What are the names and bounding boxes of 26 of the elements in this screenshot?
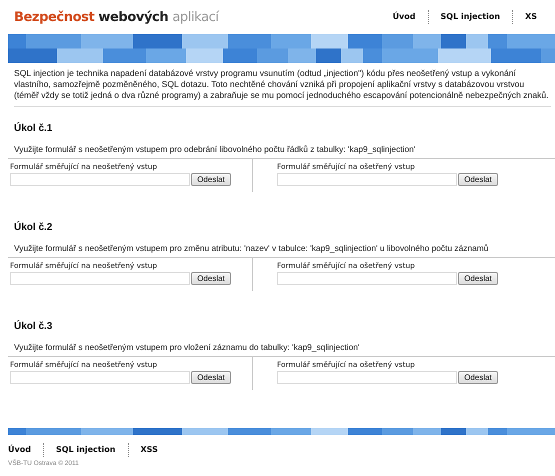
task-description: Využijte formulář s neošetřeným vstupem pro odebrání libovolného počtu řádků z tabulky: 'kap9_sqlinjection'	[14, 144, 416, 154]
site-title: Bezpečnost webových aplikací	[14, 10, 219, 24]
task-heading: Úkol č.1	[14, 123, 54, 134]
task-description: Využijte formulář s neošetřeným vstupem pro změnu atributu: 'nazev' v tabulce: 'kap9_sqlinjection' u libovolného počtu záznamů	[14, 243, 490, 253]
submit-button[interactable]: Odeslat	[458, 173, 498, 186]
input-field[interactable]	[277, 173, 457, 186]
task-heading: Úkol č.2	[14, 222, 54, 233]
footer-nav-link[interactable]: XSS	[128, 443, 170, 457]
input-field[interactable]	[277, 272, 457, 285]
nav-link[interactable]: XS	[512, 10, 549, 24]
input-field[interactable]	[277, 371, 457, 384]
submit-button[interactable]: Odeslat	[191, 272, 231, 285]
footer-nav-link[interactable]: Úvod	[8, 443, 43, 457]
submit-button[interactable]: Odeslat	[458, 371, 498, 384]
intro-paragraph: SQL injection je technika napadení databázové vrstvy programu vsunutím (odtud „injection") kódu přes neošetřený vstup a vykonání vlastního, samozřejmě pozměněného, SQL dotazu. Toto nechtěné chování vzniká při propojení aplikační vrstvy s databázovou vrstvou (téměř vždy se totiž jedná o dva různé programy) a zabraňuje se mu pomocí jednoduchého escapování potencionálně nebezpečných znaků.	[14, 68, 551, 107]
footer-nav-link[interactable]: SQL injection	[42, 443, 128, 457]
input-field[interactable]	[10, 173, 190, 186]
submit-button[interactable]: Odeslat	[191, 371, 231, 384]
nav-link[interactable]: Úvod	[380, 10, 428, 24]
task-description: Využijte formulář s neošetřeným vstupem pro vložení záznamu do tabulky: 'kap9_sqlinjection'	[14, 342, 361, 352]
submit-button[interactable]: Odeslat	[191, 173, 231, 186]
nav-link[interactable]: SQL injection	[428, 10, 512, 24]
submit-button[interactable]: Odeslat	[458, 272, 498, 285]
task-heading: Úkol č.3	[14, 321, 54, 332]
input-field[interactable]	[10, 371, 190, 384]
input-field[interactable]	[10, 272, 190, 285]
